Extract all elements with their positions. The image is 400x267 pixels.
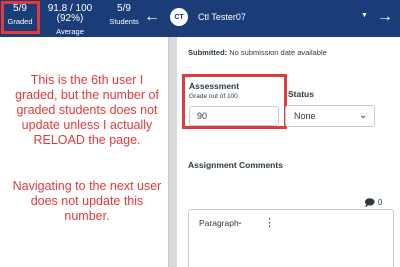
next-student-button[interactable]: → <box>377 8 393 26</box>
grade-input[interactable] <box>189 106 279 126</box>
average-label: Average <box>56 27 84 36</box>
chevron-down-icon[interactable]: ⌄ <box>237 218 243 226</box>
status-label: Status <box>288 89 314 99</box>
annotation-text: Navigating to the next user does not upd… <box>12 179 162 223</box>
avatar[interactable]: CT <box>170 8 188 26</box>
students-count: 5/9 <box>117 3 131 14</box>
comment-editor[interactable]: Paragraph ⌄ ⋮ <box>188 209 394 267</box>
grading-header: 5/9 Graded 91.8 / 100 (92%) Average 5/9 … <box>0 0 400 37</box>
status-select[interactable]: None ⌄ <box>285 105 375 127</box>
arrow-right-icon: → <box>377 8 393 25</box>
submitted-label: Submitted: <box>188 48 228 57</box>
chevron-down-icon: ⌄ <box>359 110 368 121</box>
graded-highlight-box <box>1 1 40 34</box>
assessment-subtitle: Grade out of 100 <box>189 93 238 100</box>
previous-student-button[interactable]: ← <box>144 8 160 26</box>
paragraph-format-select[interactable]: Paragraph <box>199 218 239 228</box>
caret-down-icon[interactable]: ▼ <box>361 12 368 19</box>
comments-title: Assignment Comments <box>188 160 283 170</box>
submitted-text: No submission date available <box>229 48 327 57</box>
submission-info: Submitted: No submission date available <box>188 48 327 57</box>
status-value: None <box>294 111 316 121</box>
student-name[interactable]: Ctl Tester07 <box>198 12 246 22</box>
panel-resize-handle[interactable] <box>168 37 177 267</box>
students-stat: 5/9 Students <box>104 4 144 26</box>
kebab-icon[interactable]: ⋮ <box>264 216 275 229</box>
assessment-title: Assessment <box>189 81 240 91</box>
average-value: 91.8 / 100 (92%) <box>47 3 93 24</box>
arrow-left-icon: ← <box>144 8 160 25</box>
grading-panel: Submitted: No submission date available … <box>177 37 400 267</box>
comment-count: 0 <box>378 198 383 207</box>
average-stat: 91.8 / 100 (92%) Average <box>40 4 100 36</box>
submission-preview-panel: This is the 6th user I graded, but the n… <box>0 37 168 267</box>
annotation-text: This is the 6th user I graded, but the n… <box>15 73 159 147</box>
students-label: Students <box>109 17 139 26</box>
